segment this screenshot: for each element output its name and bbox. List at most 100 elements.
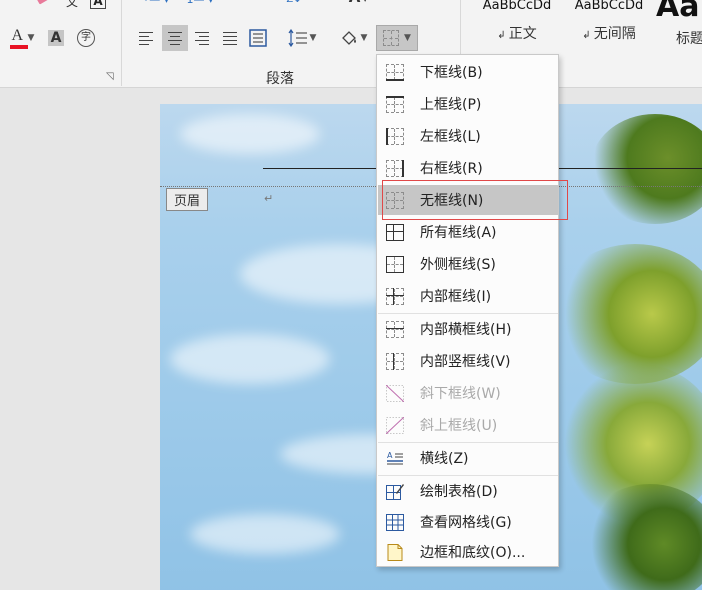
all-borders-icon: [386, 224, 404, 241]
menu-item-label: 右框线(R): [420, 161, 483, 177]
chevron-down-icon: ▼: [360, 33, 368, 43]
character-border-icon: A: [90, 0, 106, 9]
style-normal[interactable]: AaBbCcDd ↲ 正文: [472, 0, 562, 50]
font-color-button[interactable]: A ▼: [2, 25, 42, 51]
menu-item-label: 斜下框线(W): [420, 386, 501, 402]
bullet-list-icon: •— ▾: [143, 0, 170, 6]
menu-item-label: 内部框线(I): [420, 289, 492, 305]
inside-horizontal-border-icon: [386, 321, 404, 338]
menu-item-label: 外侧框线(S): [420, 257, 496, 273]
align-center-icon: [168, 31, 182, 45]
menu-item-label: 下框线(B): [420, 65, 483, 81]
align-right-icon: [195, 31, 209, 45]
menu-item-label: 所有框线(A): [420, 225, 497, 241]
shading-button[interactable]: ▼: [334, 25, 372, 51]
text-effects-button[interactable]: A ▾: [338, 0, 378, 6]
bottom-border-icon: [386, 64, 404, 81]
ribbon: 文 A •— ▾ 1— ▾ Z↓ A ▾ → A ▼ A 字: [0, 0, 702, 88]
horizontal-line-icon: A: [387, 451, 403, 465]
inside-borders-icon: [386, 288, 404, 305]
menu-item-inside-horizontal-border[interactable]: 内部横框线(H): [378, 314, 558, 344]
style-sample: AaBbCcDd: [482, 0, 552, 13]
line-spacing-button[interactable]: ▼: [282, 25, 322, 51]
style-sample: Aa: [656, 0, 700, 24]
menu-item-left-border[interactable]: 左框线(L): [378, 121, 558, 151]
svg-text:A: A: [387, 451, 393, 460]
menu-item-outside-borders[interactable]: 外侧框线(S): [378, 249, 558, 279]
menu-item-label: 查看网格线(G): [420, 515, 512, 531]
menu-item-inside-borders[interactable]: 内部框线(I): [378, 281, 558, 311]
menu-item-bottom-border[interactable]: 下框线(B): [378, 57, 558, 87]
inside-vertical-border-icon: [386, 353, 404, 370]
chevron-down-icon: ▼: [309, 33, 317, 43]
numbered-list-icon: 1— ▾: [186, 0, 213, 6]
document-area: 页眉 ↵: [0, 89, 702, 590]
borders-button[interactable]: ▼: [376, 25, 418, 51]
distribute-icon: [249, 29, 267, 47]
enclose-characters-button[interactable]: 字: [74, 25, 98, 51]
borders-dropdown-menu: 下框线(B) 上框线(P) 左框线(L) 右框线(R) 无框线(N) 所有框线(…: [376, 54, 559, 567]
phonetic-guide-button[interactable]: 文: [62, 0, 82, 10]
character-shading-button[interactable]: A: [46, 25, 66, 51]
font-color-letter: A: [11, 27, 24, 44]
menu-item-draw-table[interactable]: 绘制表格(D): [378, 476, 558, 506]
menu-item-inside-vertical-border[interactable]: 内部竖框线(V): [378, 346, 558, 376]
menu-item-all-borders[interactable]: 所有框线(A): [378, 217, 558, 247]
menu-item-label: 内部横框线(H): [420, 322, 512, 338]
align-left-button[interactable]: [134, 25, 158, 51]
menu-item-view-gridlines[interactable]: 查看网格线(G): [378, 507, 558, 537]
menu-item-diagonal-up-border[interactable]: 斜上框线(U): [378, 410, 558, 440]
right-border-icon: [386, 160, 404, 177]
font-color-icon: A: [9, 27, 28, 49]
style-no-spacing[interactable]: AaBbCcDd ↲ 无间隔: [566, 0, 652, 50]
foliage-image: [550, 104, 702, 590]
menu-item-horizontal-line[interactable]: A 横线(Z): [378, 443, 558, 473]
paragraph-group-label: 段落: [266, 71, 294, 87]
highlight-annotation-box: [382, 180, 568, 220]
style-sample: AaBbCcDd: [574, 0, 644, 13]
clear-formatting-button[interactable]: [30, 0, 56, 10]
align-right-button[interactable]: [190, 25, 214, 51]
menu-item-label: 内部竖框线(V): [420, 354, 511, 370]
dialog-arrow-button[interactable]: →: [420, 0, 444, 6]
justify-button[interactable]: [218, 25, 242, 51]
style-name: 标题: [676, 31, 702, 47]
view-gridlines-icon: [386, 514, 404, 531]
chevron-down-icon: ▼: [404, 33, 411, 43]
bullets-button[interactable]: •— ▾: [136, 0, 176, 8]
style-name: ↲ 无间隔: [582, 26, 636, 42]
character-border-button[interactable]: A: [86, 0, 110, 10]
top-border-icon: [386, 96, 404, 113]
menu-item-label: 上框线(P): [420, 97, 482, 113]
paragraph-mark: ↵: [264, 192, 274, 205]
phonetic-icon: 文: [65, 0, 78, 9]
distributed-button[interactable]: [246, 25, 270, 51]
menu-item-borders-and-shading[interactable]: 边框和底纹(O)...: [378, 537, 558, 567]
menu-item-label: 左框线(L): [420, 129, 481, 145]
menu-item-right-border[interactable]: 右框线(R): [378, 153, 558, 183]
style-name: ↲ 正文: [497, 26, 537, 42]
eraser-icon: [36, 0, 50, 5]
chevron-down-icon: ▼: [27, 33, 35, 43]
numbering-button[interactable]: 1— ▾: [180, 0, 220, 8]
enclose-characters-icon: 字: [77, 29, 95, 47]
sort-button[interactable]: Z↓: [282, 0, 306, 8]
character-shading-icon: A: [47, 30, 65, 46]
font-size-icon: A ▾: [349, 0, 367, 6]
header-tag: 页眉: [166, 188, 209, 211]
draw-table-icon: [386, 484, 404, 500]
menu-item-label: 边框和底纹(O)...: [420, 545, 526, 561]
align-center-button[interactable]: [162, 25, 188, 51]
menu-item-label: 横线(Z): [420, 451, 469, 467]
borders-and-shading-icon: [387, 544, 403, 561]
align-left-icon: [139, 31, 153, 45]
style-heading[interactable]: Aa 标题: [656, 0, 702, 50]
borders-dashed-icon: [383, 30, 400, 46]
justify-icon: [223, 31, 237, 45]
outside-borders-icon: [386, 256, 404, 273]
menu-item-diagonal-down-border[interactable]: 斜下框线(W): [378, 378, 558, 408]
diagonal-up-border-icon: [386, 417, 404, 434]
menu-item-top-border[interactable]: 上框线(P): [378, 89, 558, 119]
left-border-icon: [386, 128, 404, 145]
font-dialog-launcher-icon[interactable]: ◹: [106, 71, 114, 82]
